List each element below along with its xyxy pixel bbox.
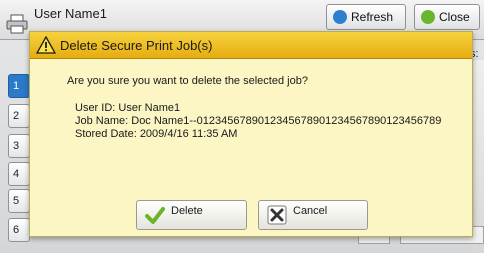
confirm-question: Are you sure you want to delete the sele… (67, 75, 308, 87)
warning-icon (36, 36, 56, 54)
checkmark-icon (145, 207, 165, 224)
dialog-body: Are you sure you want to delete the sele… (30, 60, 472, 236)
list-item[interactable]: 4 (8, 162, 30, 186)
list-item-number: 2 (13, 110, 20, 122)
list-item[interactable]: 2 (8, 104, 30, 128)
list-item-number: 4 (13, 168, 20, 180)
dialog-titlebar: Delete Secure Print Job(s) (30, 32, 472, 59)
refresh-button[interactable]: Refresh (326, 4, 406, 30)
background-right-panel (472, 60, 484, 250)
stored-date-text: Stored Date: 2009/4/16 11:35 AM (75, 128, 238, 140)
list-item[interactable]: 1 (8, 74, 30, 98)
close-button[interactable]: Close (414, 4, 480, 30)
delete-confirm-dialog: Delete Secure Print Job(s) Are you sure … (29, 31, 473, 237)
dialog-title: Delete Secure Print Job(s) (60, 37, 213, 53)
list-item[interactable]: 6 (8, 218, 30, 242)
delete-button[interactable]: Delete (136, 200, 247, 230)
user-id-text: User ID: User Name1 (75, 102, 181, 114)
list-item-number: 6 (13, 224, 20, 236)
background-title: User Name1 (34, 6, 107, 21)
delete-label: Delete (171, 205, 203, 217)
list-item[interactable]: 3 (8, 134, 30, 158)
list-item[interactable]: 5 (8, 189, 30, 213)
job-name-text: Job Name: Doc Name1--0123456789012345678… (75, 115, 442, 127)
job-info: User ID: User Name1 Job Name: Doc Name1-… (75, 102, 441, 141)
cancel-label: Cancel (293, 205, 328, 217)
refresh-icon (333, 10, 347, 24)
refresh-label: Refresh (351, 10, 394, 24)
check-icon (421, 10, 435, 24)
list-item-number: 5 (13, 195, 20, 207)
x-icon (267, 205, 287, 225)
list-item-number: 1 (13, 80, 20, 92)
cancel-button[interactable]: Cancel (258, 200, 368, 230)
list-item-number: 3 (13, 140, 20, 152)
close-label: Close (439, 10, 470, 24)
printer-icon (6, 14, 28, 34)
